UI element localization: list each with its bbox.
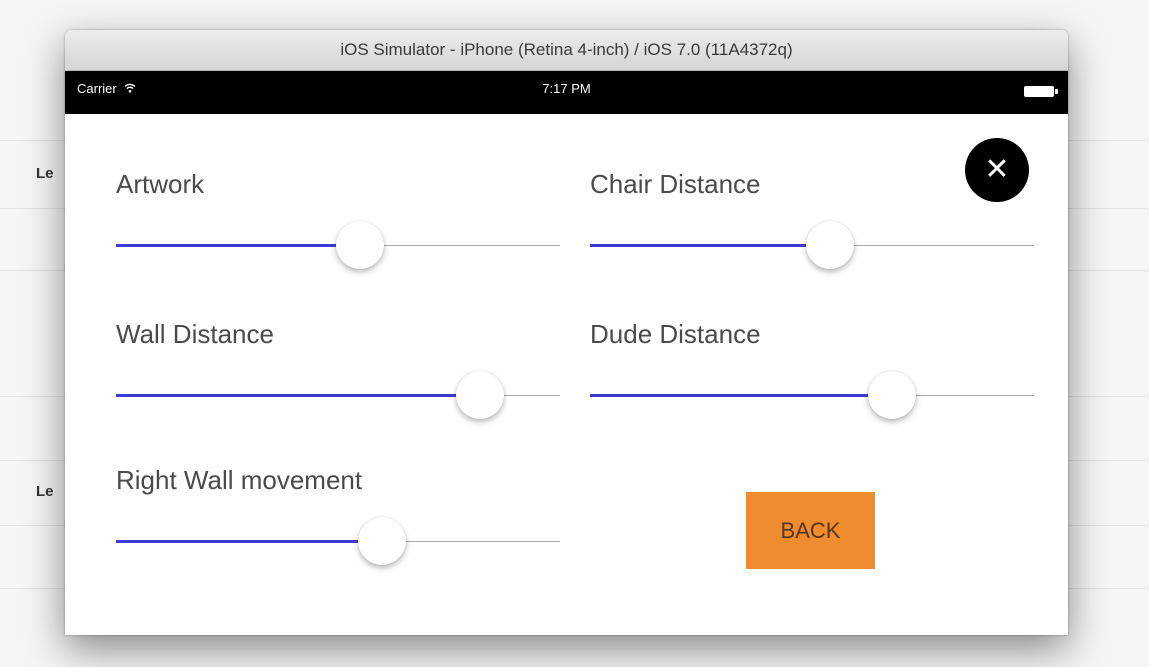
slider-label: Right Wall movement	[116, 465, 363, 495]
chair-distance-slider[interactable]	[590, 221, 1034, 271]
slider-fill	[116, 394, 480, 397]
status-time: 7:17 PM	[542, 81, 591, 96]
close-icon: ✕	[984, 152, 1010, 187]
status-bar: Carrier 7:17 PM	[65, 71, 1068, 114]
artwork-slider[interactable]	[116, 221, 560, 271]
slider-label: Wall Distance	[116, 319, 274, 349]
slider-label: Artwork	[116, 169, 205, 199]
wall-distance-slider[interactable]	[116, 371, 560, 421]
settings-screen: ✕ Artwork Chair Distance Wall Distance D…	[65, 114, 1068, 635]
slider-thumb[interactable]	[336, 221, 384, 269]
slider-thumb[interactable]	[358, 517, 406, 565]
simulator-window: iOS Simulator - iPhone (Retina 4-inch) /…	[65, 30, 1068, 635]
slider-fill	[116, 540, 382, 543]
right-wall-movement-slider[interactable]	[116, 517, 560, 567]
slider-thumb[interactable]	[806, 221, 854, 269]
background-row-label: Le	[36, 165, 54, 182]
slider-fill	[116, 244, 360, 247]
slider-thumb[interactable]	[456, 371, 504, 419]
battery-icon	[1024, 86, 1058, 97]
slider-fill	[590, 244, 830, 247]
window-title[interactable]: iOS Simulator - iPhone (Retina 4-inch) /…	[65, 30, 1068, 71]
slider-label: Dude Distance	[590, 319, 761, 349]
back-button[interactable]: BACK	[746, 492, 875, 569]
background-row-label: Le	[36, 483, 54, 500]
slider-label: Chair Distance	[590, 169, 761, 199]
slider-fill	[590, 394, 892, 397]
close-button[interactable]: ✕	[965, 138, 1029, 202]
dude-distance-slider[interactable]	[590, 371, 1034, 421]
slider-thumb[interactable]	[868, 371, 916, 419]
